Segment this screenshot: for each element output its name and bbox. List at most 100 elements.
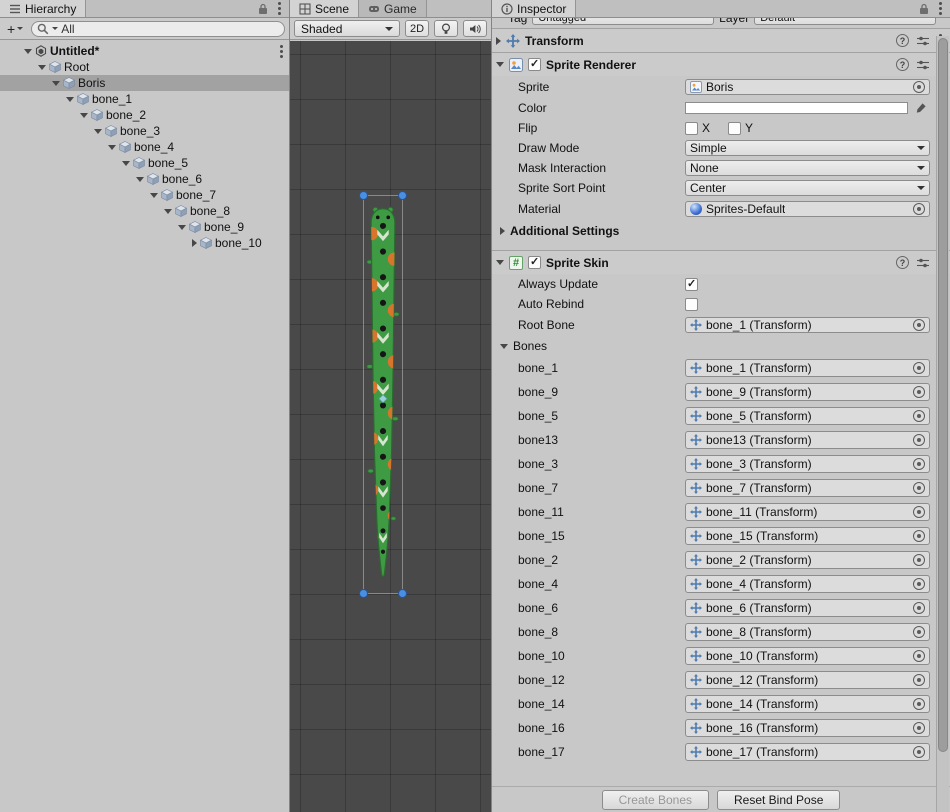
help-icon[interactable]: ? — [896, 256, 909, 269]
object-picker-icon[interactable] — [913, 386, 925, 398]
object-picker-icon[interactable] — [913, 482, 925, 494]
auto-rebind-checkbox[interactable] — [685, 298, 698, 311]
reset-bind-pose-button[interactable]: Reset Bind Pose — [717, 790, 840, 810]
hierarchy-item-bone_1[interactable]: bone_1 — [0, 91, 289, 107]
object-picker-icon[interactable] — [913, 319, 925, 331]
component-enabled-checkbox[interactable] — [528, 58, 541, 71]
flip-x-checkbox[interactable] — [685, 122, 698, 135]
bone-object-field[interactable]: bone_4 (Transform) — [685, 575, 930, 593]
component-enabled-checkbox[interactable] — [528, 256, 541, 269]
bone-object-field[interactable]: bone_11 (Transform) — [685, 503, 930, 521]
object-picker-icon[interactable] — [913, 362, 925, 374]
bone-object-field[interactable]: bone_1 (Transform) — [685, 359, 930, 377]
sprite-skin-component-header[interactable]: # Sprite Skin ? — [492, 250, 950, 274]
presets-icon[interactable] — [917, 59, 929, 71]
hierarchy-item-bone_8[interactable]: bone_8 — [0, 203, 289, 219]
object-picker-icon[interactable] — [913, 506, 925, 518]
foldout-arrow[interactable] — [66, 97, 74, 102]
foldout-arrow[interactable] — [38, 65, 46, 70]
kebab-menu-icon[interactable] — [276, 1, 283, 16]
foldout-arrow[interactable] — [496, 37, 501, 45]
bone-object-field[interactable]: bone_15 (Transform) — [685, 527, 930, 545]
create-bones-button[interactable]: Create Bones — [602, 790, 709, 810]
bone-object-field[interactable]: bone_5 (Transform) — [685, 407, 930, 425]
object-picker-icon[interactable] — [913, 698, 925, 710]
foldout-arrow[interactable] — [500, 227, 505, 235]
presets-icon[interactable] — [917, 257, 929, 269]
scene-audio-toggle[interactable] — [463, 20, 487, 37]
hierarchy-item-bone_10[interactable]: bone_10 — [0, 235, 289, 251]
help-icon[interactable]: ? — [896, 58, 909, 71]
eyedropper-button[interactable] — [912, 100, 930, 116]
root-bone-object-field[interactable]: bone_1 (Transform) — [685, 317, 930, 333]
help-icon[interactable]: ? — [896, 34, 909, 47]
foldout-arrow[interactable] — [500, 344, 508, 349]
presets-icon[interactable] — [917, 35, 929, 47]
scene-viewport[interactable] — [290, 41, 491, 812]
bone-object-field[interactable]: bone_6 (Transform) — [685, 599, 930, 617]
layer-dropdown[interactable]: Default — [754, 18, 936, 25]
hierarchy-item-bone_3[interactable]: bone_3 — [0, 123, 289, 139]
lock-icon[interactable] — [918, 3, 930, 15]
hierarchy-item-bone_7[interactable]: bone_7 — [0, 187, 289, 203]
foldout-arrow[interactable] — [164, 209, 172, 214]
object-picker-icon[interactable] — [913, 602, 925, 614]
hierarchy-item-bone_9[interactable]: bone_9 — [0, 219, 289, 235]
shading-mode-dropdown[interactable]: Shaded — [294, 20, 400, 37]
foldout-arrow[interactable] — [192, 239, 197, 247]
foldout-arrow[interactable] — [136, 177, 144, 182]
foldout-arrow[interactable] — [150, 193, 158, 198]
foldout-arrow[interactable] — [108, 145, 116, 150]
tab-hierarchy[interactable]: Hierarchy — [0, 0, 86, 17]
sort-point-dropdown[interactable]: Center — [685, 180, 930, 196]
selection-handle[interactable] — [398, 191, 407, 200]
hierarchy-item-root[interactable]: Root — [0, 59, 289, 75]
foldout-arrow[interactable] — [24, 49, 32, 54]
hierarchy-item-untitled-[interactable]: Untitled* — [0, 43, 289, 59]
scrollbar-thumb[interactable] — [938, 38, 948, 752]
bone-object-field[interactable]: bone_9 (Transform) — [685, 383, 930, 401]
color-swatch[interactable] — [685, 102, 908, 114]
hierarchy-item-bone_6[interactable]: bone_6 — [0, 171, 289, 187]
kebab-menu-icon[interactable] — [937, 1, 944, 16]
object-picker-icon[interactable] — [913, 674, 925, 686]
foldout-arrow[interactable] — [496, 260, 504, 265]
object-picker-icon[interactable] — [913, 458, 925, 470]
object-picker-icon[interactable] — [913, 554, 925, 566]
selection-handle[interactable] — [359, 191, 368, 200]
tab-inspector[interactable]: Inspector — [492, 0, 576, 17]
tab-game[interactable]: Game — [359, 0, 427, 17]
bone-object-field[interactable]: bone_16 (Transform) — [685, 719, 930, 737]
foldout-arrow[interactable] — [178, 225, 186, 230]
hierarchy-item-boris[interactable]: Boris — [0, 75, 289, 91]
object-picker-icon[interactable] — [913, 626, 925, 638]
bone-object-field[interactable]: bone_8 (Transform) — [685, 623, 930, 641]
mask-interaction-dropdown[interactable]: None — [685, 160, 930, 176]
foldout-arrow[interactable] — [80, 113, 88, 118]
material-object-field[interactable]: Sprites-Default — [685, 201, 930, 217]
tab-scene[interactable]: Scene — [290, 0, 359, 17]
flip-y-checkbox[interactable] — [728, 122, 741, 135]
lock-icon[interactable] — [257, 3, 269, 15]
bone-object-field[interactable]: bone_2 (Transform) — [685, 551, 930, 569]
bone-object-field[interactable]: bone13 (Transform) — [685, 431, 930, 449]
kebab-menu-icon[interactable] — [278, 44, 285, 59]
hierarchy-item-bone_2[interactable]: bone_2 — [0, 107, 289, 123]
bone-object-field[interactable]: bone_12 (Transform) — [685, 671, 930, 689]
tag-dropdown[interactable]: Untagged — [532, 18, 714, 25]
search-input[interactable]: All — [31, 21, 285, 37]
bone-object-field[interactable]: bone_17 (Transform) — [685, 743, 930, 761]
foldout-arrow[interactable] — [122, 161, 130, 166]
object-picker-icon[interactable] — [913, 410, 925, 422]
bone-object-field[interactable]: bone_10 (Transform) — [685, 647, 930, 665]
object-picker-icon[interactable] — [913, 203, 925, 215]
sprite-object-field[interactable]: Boris — [685, 79, 930, 95]
object-picker-icon[interactable] — [913, 746, 925, 758]
bones-foldout[interactable]: Bones — [492, 336, 950, 356]
object-picker-icon[interactable] — [913, 650, 925, 662]
object-picker-icon[interactable] — [913, 578, 925, 590]
selection-handle[interactable] — [398, 589, 407, 598]
add-object-button[interactable]: + — [4, 21, 26, 37]
bone-object-field[interactable]: bone_14 (Transform) — [685, 695, 930, 713]
2d-mode-toggle[interactable]: 2D — [405, 20, 429, 37]
